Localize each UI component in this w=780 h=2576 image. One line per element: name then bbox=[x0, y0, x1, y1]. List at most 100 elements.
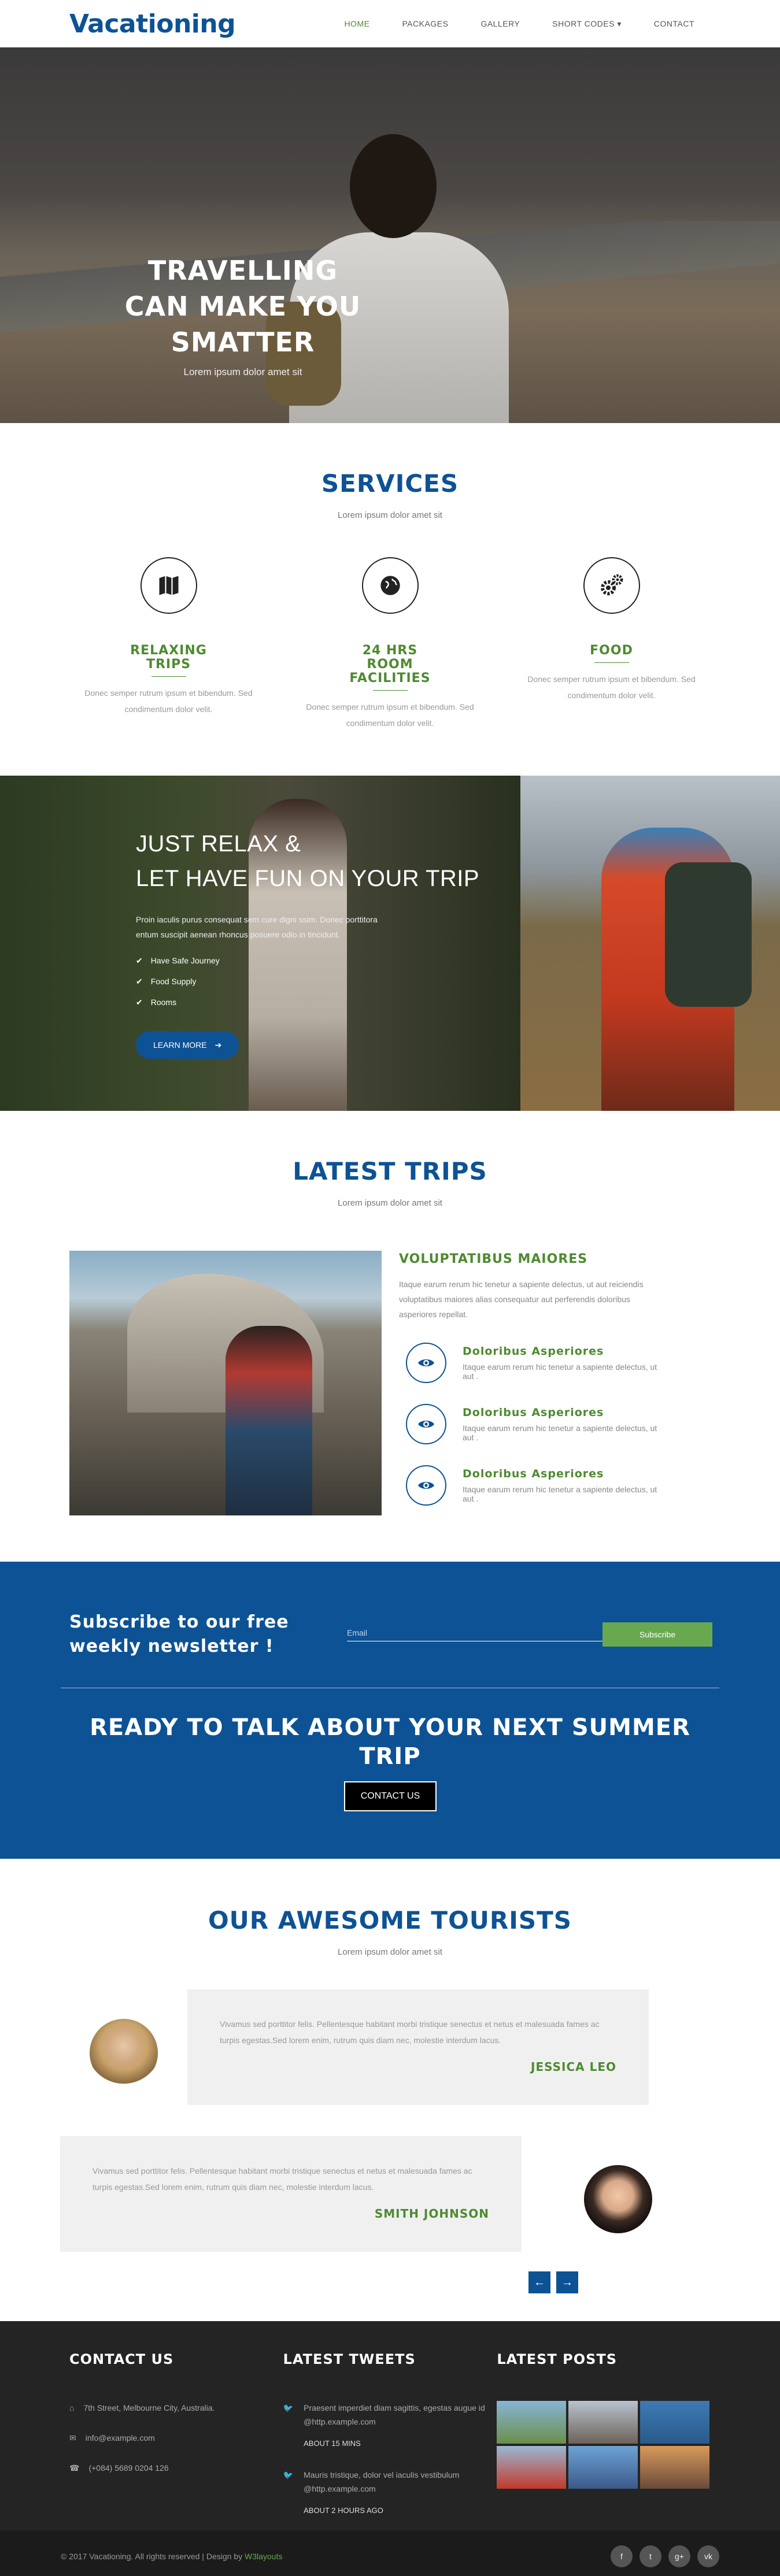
twitter-icon: 🐦 bbox=[283, 2470, 294, 2479]
hero-subtitle: Lorem ipsum dolor amet sit bbox=[183, 366, 302, 377]
contact-us-button[interactable]: CONTACT US bbox=[344, 1781, 437, 1811]
footer-bottom: © 2017 Vacationing. All rights reserved … bbox=[0, 2530, 780, 2576]
nav-gallery[interactable]: GALLERY bbox=[464, 19, 536, 29]
avatar bbox=[584, 2165, 652, 2233]
service-item: FOOD Donec semper rutrum ipsum et bibend… bbox=[501, 557, 722, 731]
trip-info: VOLUPTATIBUS MAIORES Itaque earum rerum … bbox=[399, 1251, 665, 1515]
avatar bbox=[90, 2019, 158, 2087]
trip-feature: Doloribus Asperiores Itaque earum rerum h… bbox=[399, 1343, 665, 1383]
site-footer: CONTACT US ⌂ 7th Street, Melbourne City, … bbox=[0, 2321, 780, 2530]
relax-list: ✔ Have Safe Journey ✔ Food Supply ✔ Rooms bbox=[136, 950, 479, 1013]
map-icon bbox=[140, 557, 197, 614]
service-title: 24 HRS ROOM FACILITIES bbox=[349, 643, 431, 685]
feature-title: Doloribus Asperiores bbox=[463, 1406, 604, 1419]
footer-address: ⌂ 7th Street, Melbourne City, Australia. bbox=[69, 2401, 283, 2415]
list-item: ✔ Food Supply bbox=[136, 971, 479, 992]
gears-icon bbox=[583, 557, 640, 614]
social-links: f t g+ vk bbox=[611, 2545, 719, 2567]
testimonial-name: JESSICA LEO bbox=[531, 2060, 616, 2074]
trip-image bbox=[69, 1251, 382, 1515]
twitter-icon[interactable]: t bbox=[639, 2545, 661, 2567]
nav-packages[interactable]: PACKAGES bbox=[386, 19, 464, 29]
footer-tweets-title: LATEST TWEETS bbox=[283, 2351, 416, 2367]
newsletter-title: Subscribe to our free weekly newsletter … bbox=[69, 1612, 289, 1656]
footer-tweets: LATEST TWEETS 🐦 Praesent imperdiet diam … bbox=[283, 2321, 497, 2530]
learn-more-button[interactable]: LEARN MORE ➔ bbox=[136, 1031, 239, 1059]
subscribe-button[interactable]: Subscribe bbox=[602, 1622, 712, 1647]
nav-short-codes-label: SHORT CODES bbox=[552, 18, 615, 28]
facebook-icon[interactable]: f bbox=[611, 2545, 633, 2567]
check-icon: ✔ bbox=[136, 977, 143, 986]
trips-title: LATEST TRIPS bbox=[293, 1157, 487, 1185]
arrow-right-icon[interactable]: → bbox=[556, 2271, 578, 2293]
services-subtitle: Lorem ipsum dolor amet sit bbox=[338, 510, 442, 520]
service-item: RELAXING TRIPS Donec semper rutrum ipsum… bbox=[58, 557, 279, 731]
slider-arrows: ← → bbox=[528, 2271, 578, 2293]
testimonial-name: SMITH JOHNSON bbox=[374, 2207, 489, 2221]
nav-contact[interactable]: CONTACT bbox=[638, 19, 711, 29]
eye-icon bbox=[406, 1343, 446, 1383]
email-input[interactable]: Email bbox=[347, 1628, 602, 1641]
feature-title: Doloribus Asperiores bbox=[463, 1467, 604, 1480]
trip-lead: Itaque earum rerum hic tenetur a sapient… bbox=[399, 1280, 644, 1319]
eye-icon bbox=[406, 1404, 446, 1444]
phone-icon: ☎ bbox=[69, 2463, 80, 2473]
feature-text: Itaque earum rerum hic tenetur a sapient… bbox=[463, 1485, 657, 1503]
relax-image-girl: JUST RELAX & LET HAVE FUN ON YOUR TRIP P… bbox=[0, 776, 520, 1111]
footer-email: ✉ info@example.com bbox=[69, 2431, 283, 2445]
newsletter-section: Subscribe to our free weekly newsletter … bbox=[0, 1562, 780, 1859]
post-thumb[interactable] bbox=[497, 2446, 567, 2489]
post-thumb[interactable] bbox=[640, 2401, 710, 2444]
mail-icon: ✉ bbox=[69, 2433, 76, 2442]
post-thumb[interactable] bbox=[640, 2446, 710, 2489]
arrow-left-icon[interactable]: ← bbox=[528, 2271, 550, 2293]
relax-title: JUST RELAX & LET HAVE FUN ON YOUR TRIP bbox=[136, 831, 480, 891]
trip-feature: Doloribus Asperiores Itaque earum rerum h… bbox=[399, 1404, 665, 1444]
service-text: Donec semper rutrum ipsum et bibendum. S… bbox=[527, 674, 696, 700]
footer-contact-title: CONTACT US bbox=[69, 2351, 174, 2367]
copyright: © 2017 Vacationing. All rights reserved … bbox=[61, 2552, 283, 2561]
testimonial: Vivamus sed porttitor felis. Pellentesqu… bbox=[187, 1989, 649, 2105]
testimonial: Vivamus sed porttitor felis. Pellentesqu… bbox=[60, 2136, 522, 2252]
google-plus-icon[interactable]: g+ bbox=[668, 2545, 690, 2567]
main-nav: HOME PACKAGES GALLERY SHORT CODES ▾ CONT… bbox=[328, 19, 711, 29]
service-item: 24 HRS ROOM FACILITIES Donec semper rutr… bbox=[279, 557, 501, 731]
relax-content: JUST RELAX & LET HAVE FUN ON YOUR TRIP P… bbox=[136, 826, 479, 1059]
globe-icon bbox=[361, 557, 419, 614]
feature-text: Itaque earum rerum hic tenetur a sapient… bbox=[463, 1424, 657, 1442]
home-icon: ⌂ bbox=[69, 2403, 75, 2412]
site-logo[interactable]: Vacationing bbox=[69, 9, 236, 39]
tourists-section: OUR AWESOME TOURISTS Lorem ipsum dolor a… bbox=[0, 1859, 780, 2321]
latest-trips-section: LATEST TRIPS Lorem ipsum dolor amet sit … bbox=[0, 1111, 780, 1562]
post-thumb[interactable] bbox=[497, 2401, 567, 2444]
footer-posts-title: LATEST POSTS bbox=[497, 2351, 618, 2367]
list-item: ✔ Have Safe Journey bbox=[136, 950, 479, 971]
nav-short-codes[interactable]: SHORT CODES ▾ bbox=[536, 19, 638, 29]
services-list: RELAXING TRIPS Donec semper rutrum ipsum… bbox=[0, 557, 780, 731]
eye-icon bbox=[406, 1465, 446, 1506]
service-text: Donec semper rutrum ipsum et bibendum. S… bbox=[306, 702, 474, 728]
service-title: FOOD bbox=[590, 643, 633, 658]
feature-title: Doloribus Asperiores bbox=[463, 1345, 604, 1358]
post-thumb[interactable] bbox=[568, 2401, 638, 2444]
nav-home[interactable]: HOME bbox=[328, 19, 386, 29]
relax-image-hiker bbox=[520, 776, 780, 1111]
vk-icon[interactable]: vk bbox=[697, 2545, 719, 2567]
twitter-icon: 🐦 bbox=[283, 2403, 294, 2412]
trip-heading: VOLUPTATIBUS MAIORES bbox=[399, 1252, 588, 1266]
hero-banner: TRAVELLING CAN MAKE YOU SMATTER Lorem ip… bbox=[0, 47, 780, 423]
service-title: RELAXING TRIPS bbox=[130, 643, 207, 672]
feature-text: Itaque earum rerum hic tenetur a sapient… bbox=[463, 1362, 657, 1381]
list-item: ✔ Rooms bbox=[136, 992, 479, 1013]
post-thumb[interactable] bbox=[568, 2446, 638, 2489]
footer-posts: LATEST POSTS bbox=[497, 2321, 711, 2530]
trip-feature: Doloribus Asperiores Itaque earum rerum h… bbox=[399, 1465, 665, 1506]
chevron-down-icon: ▾ bbox=[617, 18, 622, 28]
tourists-subtitle: Lorem ipsum dolor amet sit bbox=[338, 1947, 442, 1957]
arrow-right-icon: ➔ bbox=[215, 1040, 222, 1050]
tweet: 🐦 Praesent imperdiet diam sagittis, eges… bbox=[283, 2401, 497, 2451]
site-header: Vacationing HOME PACKAGES GALLERY SHORT … bbox=[0, 0, 780, 47]
check-icon: ✔ bbox=[136, 998, 143, 1007]
footer-contact: CONTACT US ⌂ 7th Street, Melbourne City, … bbox=[69, 2321, 283, 2530]
services-title: SERVICES bbox=[321, 469, 459, 498]
